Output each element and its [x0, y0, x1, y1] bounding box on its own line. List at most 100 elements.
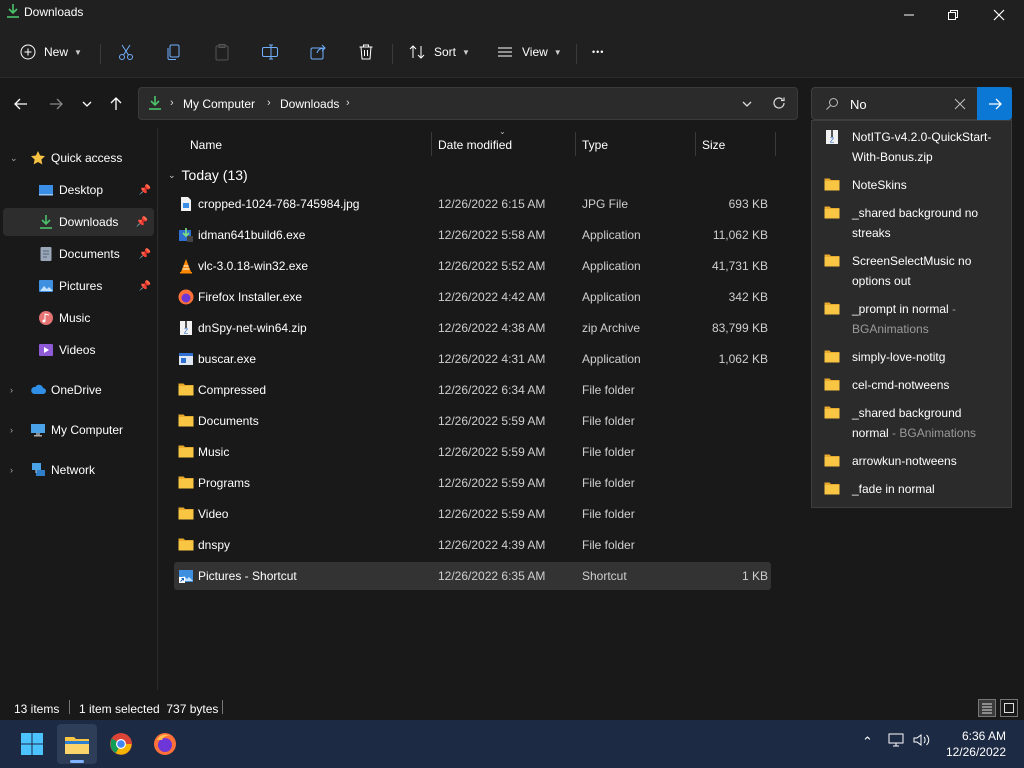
show-hidden-icons-button[interactable]: ⌃ [862, 734, 873, 750]
folder-icon [178, 444, 194, 460]
taskbar-file-explorer[interactable] [57, 724, 97, 764]
chevron-right-icon[interactable]: › [10, 385, 13, 395]
rename-button[interactable] [261, 38, 279, 66]
sidebar-item-downloads[interactable]: Downloads 📌 [3, 208, 154, 236]
search-suggestion-item[interactable]: _shared background normal - BGAnimations [812, 403, 1011, 449]
search-suggestion-item[interactable]: _prompt in normal - BGAnimations [812, 299, 1011, 336]
file-date-modified: 12/26/2022 5:59 AM [438, 414, 546, 428]
start-button[interactable] [12, 724, 52, 764]
view-button[interactable]: View ▼ [496, 38, 562, 66]
sidebar-item-pictures[interactable]: Pictures 📌 [0, 272, 157, 300]
column-header-size[interactable]: Size [702, 138, 725, 166]
refresh-button[interactable] [772, 96, 786, 113]
column-header-name[interactable]: Name [190, 138, 222, 166]
search-suggestion-item[interactable]: simply-love-notitg [812, 347, 1011, 371]
more-options-button[interactable]: ••• [592, 38, 604, 66]
sidebar-item-label: Documents [59, 247, 120, 261]
file-size: 41,731 KB [711, 259, 768, 273]
column-divider[interactable] [775, 132, 776, 156]
search-input[interactable] [850, 95, 960, 113]
breadcrumb-my-computer[interactable]: My Computer [183, 97, 255, 111]
sidebar-item-documents[interactable]: Documents 📌 [0, 240, 157, 268]
pictures-icon [38, 278, 54, 294]
back-button[interactable] [9, 92, 33, 116]
paste-button[interactable] [213, 38, 231, 66]
file-type: File folder [582, 538, 635, 552]
search-suggestion-item[interactable]: arrowkun-notweens [812, 451, 1011, 475]
search-suggestion-item[interactable]: NoteSkins [812, 175, 1011, 199]
selection-info: 1 item selected 737 bytes [79, 702, 219, 716]
volume-icon[interactable] [913, 732, 931, 751]
file-name: vlc-3.0.18-win32.exe [198, 259, 309, 273]
file-name: Firefox Installer.exe [198, 290, 303, 304]
new-button[interactable]: New ▼ [20, 38, 82, 66]
delete-button[interactable] [357, 38, 375, 66]
file-row[interactable]: cropped-1024-768-745984.jpg 12/26/2022 6:… [174, 190, 771, 218]
minimize-button[interactable] [886, 0, 932, 30]
thumbnail-view-button[interactable] [1000, 699, 1018, 717]
file-row[interactable]: Firefox Installer.exe 12/26/2022 4:42 AM A… [174, 283, 771, 311]
sidebar-item-videos[interactable]: Videos [0, 336, 157, 364]
share-button[interactable] [309, 38, 327, 66]
search-suggestion-item[interactable]: _fade in normal [812, 479, 1011, 503]
chevron-right-icon[interactable]: › [10, 465, 13, 475]
column-divider[interactable] [431, 132, 432, 156]
column-divider[interactable] [695, 132, 696, 156]
breadcrumb-downloads[interactable]: Downloads [280, 97, 339, 111]
file-name: dnspy [198, 538, 231, 552]
address-bar[interactable]: › My Computer › Downloads › [138, 87, 798, 120]
sidebar-item-label: Videos [59, 343, 96, 357]
network-status-icon[interactable] [888, 732, 904, 751]
restore-button[interactable] [930, 0, 976, 30]
file-size: 83,799 KB [711, 321, 768, 335]
document-icon [38, 246, 54, 262]
file-row[interactable]: Video 12/26/2022 5:59 AM File folder [174, 500, 771, 528]
sidebar-item-quick-access[interactable]: ⌄ Quick access [0, 144, 157, 172]
sort-button[interactable]: Sort ▼ [408, 38, 470, 66]
sidebar-item-my-computer[interactable]: › My Computer [0, 416, 157, 444]
sidebar-item-desktop[interactable]: Desktop 📌 [0, 176, 157, 204]
column-divider[interactable] [575, 132, 576, 156]
file-row[interactable]: ZdnSpy-net-win64.zip 12/26/2022 4:38 AM zi… [174, 314, 771, 342]
search-suggestion-item[interactable]: cel-cmd-notweens [812, 375, 1011, 399]
command-bar: New ▼ Sort ▼ View ▼ ••• [0, 30, 1024, 78]
file-row[interactable]: vlc-3.0.18-win32.exe 12/26/2022 5:52 AM Ap… [174, 252, 771, 280]
copy-button[interactable] [165, 38, 183, 66]
clear-search-button[interactable] [954, 98, 966, 113]
file-row[interactable]: buscar.exe 12/26/2022 4:31 AM Application 1… [174, 345, 771, 373]
column-header-type[interactable]: Type [582, 138, 608, 166]
sidebar-item-music[interactable]: Music [0, 304, 157, 332]
file-row[interactable]: dnspy 12/26/2022 4:39 AM File folder [174, 531, 771, 559]
details-view-button[interactable] [978, 699, 996, 717]
search-suggestion-item[interactable]: ScreenSelectMusic no options out [812, 251, 1011, 297]
chevron-down-icon[interactable]: ⌄ [10, 153, 18, 164]
recent-locations-button[interactable] [75, 92, 99, 116]
file-type: File folder [582, 445, 635, 459]
taskbar-firefox[interactable] [145, 724, 185, 764]
search-suggestion-item[interactable]: _shared background no streaks [812, 203, 1011, 249]
clock[interactable]: 6:36 AM 12/26/2022 [946, 728, 1006, 760]
group-header-today[interactable]: ⌄ Today (13) [168, 164, 248, 186]
forward-button[interactable] [44, 92, 68, 116]
file-row[interactable]: Programs 12/26/2022 5:59 AM File folder [174, 469, 771, 497]
cut-button[interactable] [117, 38, 135, 66]
chevron-right-icon[interactable]: › [10, 425, 13, 435]
file-row[interactable]: Compressed 12/26/2022 6:34 AM File folder [174, 376, 771, 404]
search-suggestion-item[interactable]: Z NotITG-v4.2.0-QuickStart- With-Bonus.zip [812, 127, 1011, 173]
close-button[interactable] [976, 0, 1022, 30]
search-go-button[interactable] [977, 87, 1012, 120]
file-row[interactable]: Music 12/26/2022 5:59 AM File folder [174, 438, 771, 466]
up-button[interactable] [104, 92, 128, 116]
file-row[interactable]: Documents 12/26/2022 5:59 AM File folder [174, 407, 771, 435]
chevron-down-icon[interactable]: ⌄ [168, 170, 176, 181]
file-row[interactable]: Pictures - Shortcut 12/26/2022 6:35 AM Sho… [174, 562, 771, 590]
file-name: Compressed [198, 383, 267, 397]
sidebar-item-network[interactable]: › Network [0, 456, 157, 484]
file-row[interactable]: idman641build6.exe 12/26/2022 5:58 AM Appl… [174, 221, 771, 249]
file-type: Shortcut [582, 569, 627, 583]
address-dropdown-button[interactable] [741, 98, 753, 113]
sidebar-item-onedrive[interactable]: › OneDrive [0, 376, 157, 404]
taskbar-chrome[interactable] [101, 724, 141, 764]
file-name: dnSpy-net-win64.zip [198, 321, 307, 335]
column-header-date-modified[interactable]: Date modified [438, 138, 512, 166]
